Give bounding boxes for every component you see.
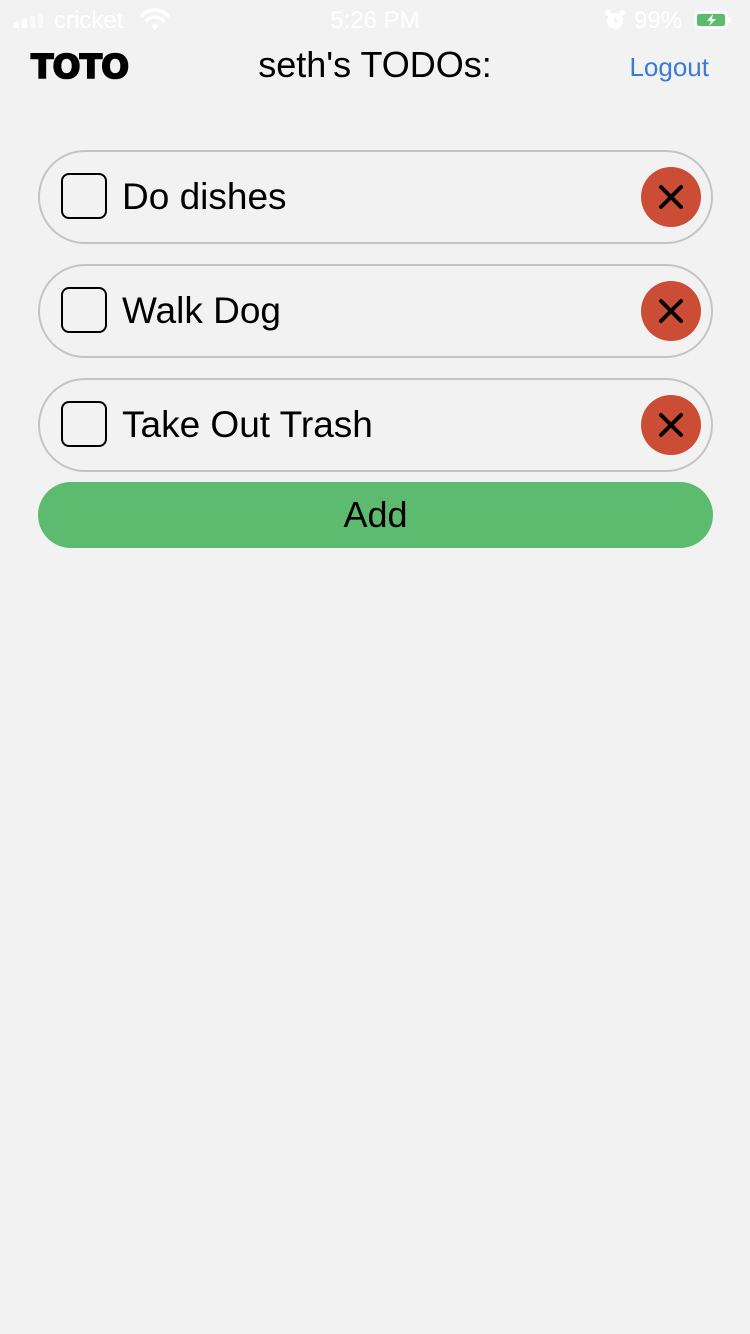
app-header: TOTO seth's TODOs: Logout [0,40,750,100]
delete-button[interactable] [641,167,701,227]
delete-button[interactable] [641,281,701,341]
delete-button[interactable] [641,395,701,455]
battery-charging-icon [694,11,731,29]
todo-text: Take Out Trash [122,404,373,445]
close-icon [659,299,683,323]
todo-checkbox[interactable] [61,173,107,219]
logout-link[interactable]: Logout [629,52,709,83]
todo-checkbox[interactable] [61,287,107,333]
battery-percent: 99% [634,7,683,34]
todo-item: Walk Dog [38,264,713,358]
todo-text: Do dishes [122,176,287,217]
todo-item: Take Out Trash [38,378,713,472]
todo-list: Do dishes Walk Dog Take Out Trash [38,150,713,492]
todo-text: Walk Dog [122,290,282,331]
close-icon [659,413,683,437]
add-button[interactable]: Add [38,482,713,548]
alarm-clock-icon [605,10,625,29]
todo-checkbox[interactable] [61,401,107,447]
status-bar: cricket 5:26 PM 99% [0,0,750,40]
close-icon [659,185,683,209]
todo-item: Do dishes [38,150,713,244]
